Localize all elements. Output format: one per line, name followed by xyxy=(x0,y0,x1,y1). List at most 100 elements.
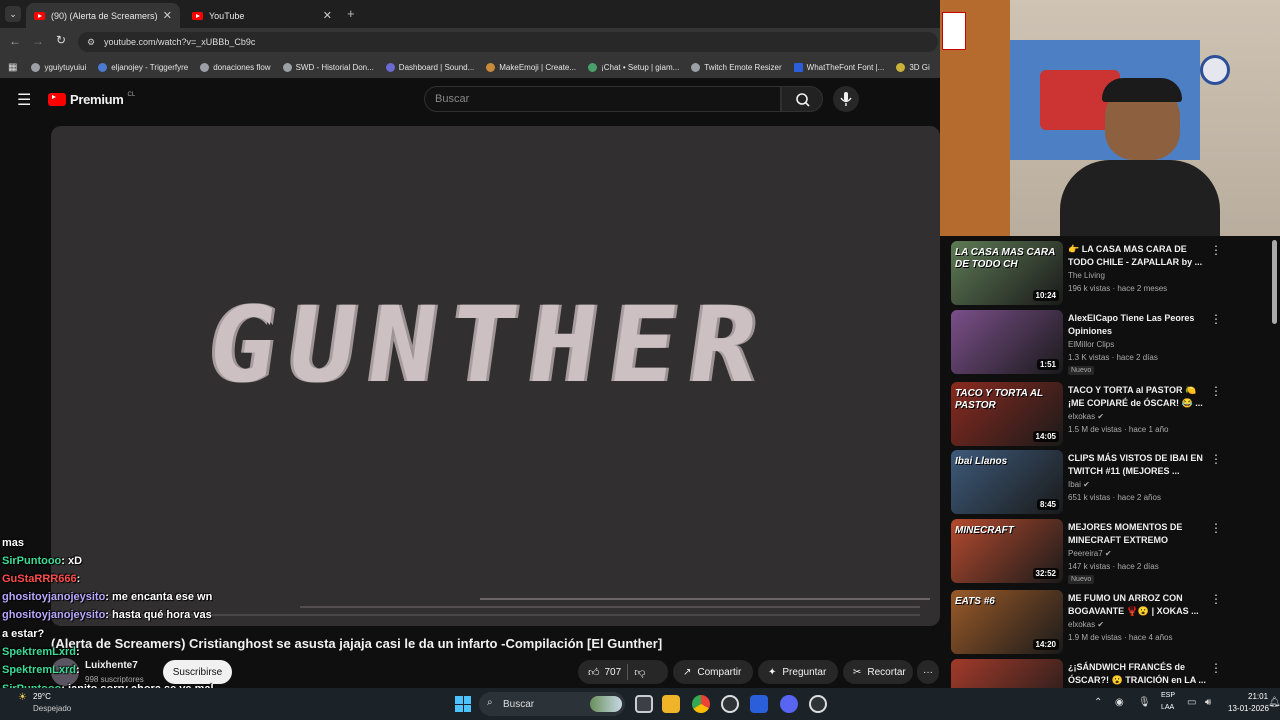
related-channel-name[interactable]: Peereira7 ✔ xyxy=(1068,549,1112,558)
subscribe-button[interactable]: Suscribirse xyxy=(163,660,232,684)
related-video-item[interactable]: EATS #6 14:20 ME FUMO UN ARROZ CON BOGAVAN… xyxy=(940,590,1280,654)
hamburger-menu-icon[interactable]: ☰ xyxy=(17,90,31,110)
discord-icon[interactable] xyxy=(780,695,798,713)
ask-button[interactable]: ✦ Preguntar xyxy=(758,660,838,684)
tab-active-video[interactable]: (90) (Alerta de Screamers) Crist ✕ xyxy=(26,3,180,28)
bookmark-item[interactable]: WhatTheFont Font |... xyxy=(793,62,884,72)
more-options-icon[interactable]: ⋮ xyxy=(1210,521,1222,535)
related-video-title[interactable]: TACO Y TORTA al PASTOR 🍋 ¡ME COPIARÉ de … xyxy=(1068,384,1208,410)
related-video-title[interactable]: 👉 LA CASA MAS CARA DE TODO CHILE - ZAPAL… xyxy=(1068,243,1208,269)
close-tab-icon[interactable]: ✕ xyxy=(163,9,172,22)
bookmark-item[interactable]: eljanojey - Triggerfyre xyxy=(98,62,188,72)
related-video-item[interactable]: LA CASA MAS CARA DE TODO CH 10:24 👉 LA CAS… xyxy=(940,241,1280,305)
more-options-icon[interactable]: ⋮ xyxy=(1210,661,1222,675)
related-channel-name[interactable]: ElMillor Clips xyxy=(1068,340,1114,349)
globe-icon xyxy=(31,62,41,72)
related-channel-name[interactable]: Ibai ✔ xyxy=(1068,480,1090,489)
bookmark-item[interactable]: ¡Chat • Setup | giam... xyxy=(588,62,679,72)
network-icon[interactable]: ▭ xyxy=(1187,697,1196,708)
bookmark-item[interactable]: 3D Gi xyxy=(896,62,930,72)
video-thumbnail[interactable]: 1:51 xyxy=(951,310,1063,374)
back-arrow-icon[interactable]: ← xyxy=(9,34,21,48)
chat-username: SpektremLxrd xyxy=(2,664,76,676)
sidebar-scrollbar[interactable] xyxy=(1272,240,1277,324)
chrome-icon[interactable] xyxy=(692,695,710,713)
voice-search-button[interactable] xyxy=(833,86,859,112)
more-options-icon[interactable]: ⋮ xyxy=(1210,312,1222,326)
streamer-hair xyxy=(1102,78,1182,102)
channel-name[interactable]: Luixhente7 xyxy=(85,660,138,671)
close-tab-icon[interactable]: ✕ xyxy=(323,9,332,22)
related-channel-name[interactable]: The Living xyxy=(1068,271,1105,280)
like-button[interactable]: 👍︎ 707 xyxy=(588,666,621,679)
more-options-icon[interactable]: ⋮ xyxy=(1210,592,1222,606)
tray-app-icon[interactable]: ◉ xyxy=(1115,697,1124,708)
tab-youtube[interactable]: YouTube ✕ xyxy=(184,3,340,28)
clip-button[interactable]: ✂ Recortar xyxy=(843,660,913,684)
related-video-item[interactable]: Ibai Llanos 8:45 CLIPS MÁS VISTOS DE IBAI … xyxy=(940,450,1280,514)
taskbar-search-label: Buscar xyxy=(503,698,535,710)
bookmark-item[interactable]: yguiytuyuiui xyxy=(31,62,86,72)
address-bar[interactable]: youtube.com/watch?v=_xUBBb_Cb9c xyxy=(78,32,938,52)
bookmark-favicon-icon xyxy=(486,62,496,72)
reload-icon[interactable]: ↻ xyxy=(56,33,66,47)
video-thumbnail[interactable] xyxy=(951,659,1063,688)
clock-time[interactable]: 21:01 xyxy=(1248,692,1268,701)
related-channel-name[interactable]: elxokas ✔ xyxy=(1068,412,1104,421)
streamer-shirt xyxy=(1060,160,1220,236)
bookmark-item[interactable]: Dashboard | Sound... xyxy=(385,62,474,72)
share-button[interactable]: ↗ Compartir xyxy=(673,660,753,684)
related-video-title[interactable]: ¿¡SÁNDWICH FRANCÉS de ÓSCAR?! 😮 TRAICIÓN… xyxy=(1068,661,1208,687)
obs-icon[interactable] xyxy=(721,695,739,713)
youtube-premium-logo[interactable]: Premium CL xyxy=(48,92,135,107)
chat-message: ghositoyjanojeysito: hasta qué hora vas xyxy=(2,609,212,621)
video-thumbnail[interactable]: EATS #6 14:20 xyxy=(951,590,1063,654)
related-video-item[interactable]: 1:51 AlexElCapo Tiene Las Peores Opinione… xyxy=(940,310,1280,375)
chat-message: ghositoyjanojeysito: me encanta ese wn xyxy=(2,591,212,603)
related-video-item[interactable]: TACO Y TORTA AL PASTOR 14:05 TACO Y TORTA … xyxy=(940,382,1280,446)
chat-username: SirPuntooo xyxy=(2,555,62,567)
video-thumbnail[interactable]: TACO Y TORTA AL PASTOR 14:05 xyxy=(951,382,1063,446)
more-options-icon[interactable]: ⋮ xyxy=(1210,243,1222,257)
more-options-icon[interactable]: ⋮ xyxy=(1210,384,1222,398)
new-tab-icon[interactable]: + xyxy=(347,6,355,21)
related-video-title[interactable]: MEJORES MOMENTOS DE MINECRAFT EXTREMO xyxy=(1068,521,1208,547)
language-code[interactable]: ESP xyxy=(1161,692,1175,699)
volume-icon[interactable]: 🔊︎ xyxy=(1205,697,1211,708)
apps-grid-icon[interactable]: ▦ xyxy=(8,62,17,73)
steam-icon[interactable] xyxy=(809,695,827,713)
site-info-icon[interactable]: ⚙ xyxy=(87,37,95,48)
video-thumbnail[interactable]: MINECRAFT 32:52 xyxy=(951,519,1063,583)
notification-bell-icon[interactable]: 🔔︎ xyxy=(1268,697,1280,708)
search-input[interactable]: Buscar xyxy=(424,86,781,112)
video-thumbnail[interactable]: LA CASA MAS CARA DE TODO CH 10:24 xyxy=(951,241,1063,305)
app-icon[interactable] xyxy=(750,695,768,713)
bookmark-item[interactable]: SWD - Historial Don... xyxy=(282,62,374,72)
more-actions-button[interactable]: ··· xyxy=(917,660,939,684)
task-view-icon[interactable] xyxy=(635,695,653,713)
tab-search-button[interactable]: ⌄ xyxy=(5,6,21,22)
share-icon: ↗ xyxy=(683,666,692,678)
file-explorer-icon[interactable] xyxy=(662,695,680,713)
weather-temp[interactable]: 29°C xyxy=(33,692,51,701)
related-video-title[interactable]: AlexElCapo Tiene Las Peores Opiniones xyxy=(1068,312,1208,338)
search-button[interactable] xyxy=(781,86,823,112)
microphone-tray-icon[interactable]: 🎙︎ xyxy=(1138,697,1151,708)
related-video-item[interactable]: MINECRAFT 32:52 MEJORES MOMENTOS DE MINECR… xyxy=(940,519,1280,584)
related-video-title[interactable]: CLIPS MÁS VISTOS DE IBAI EN TWITCH #11 (… xyxy=(1068,452,1208,478)
related-video-title[interactable]: ME FUMO UN ARROZ CON BOGAVANTE 🦞😮 | XOKA… xyxy=(1068,592,1208,618)
chat-message: mas xyxy=(2,537,24,549)
dislike-button[interactable]: 👎︎ xyxy=(634,666,645,679)
bookmark-item[interactable]: MakeEmoji | Create... xyxy=(486,62,576,72)
bookmark-favicon-icon xyxy=(588,62,598,72)
windows-start-icon[interactable] xyxy=(455,696,471,712)
video-thumbnail[interactable]: Ibai Llanos 8:45 xyxy=(951,450,1063,514)
bookmark-item[interactable]: donaciones flow xyxy=(200,62,271,72)
related-channel-name[interactable]: elxokas ✔ xyxy=(1068,620,1104,629)
more-options-icon[interactable]: ⋮ xyxy=(1210,452,1222,466)
related-video-item[interactable]: ¿¡SÁNDWICH FRANCÉS de ÓSCAR?! 😮 TRAICIÓN… xyxy=(940,659,1280,688)
chat-username: ghositoyjanojeysito xyxy=(2,591,106,603)
forward-arrow-icon[interactable]: → xyxy=(32,34,44,48)
bookmark-item[interactable]: Twitch Emote Resizer xyxy=(691,62,782,72)
tray-chevron-icon[interactable]: ⌃ xyxy=(1094,697,1102,708)
